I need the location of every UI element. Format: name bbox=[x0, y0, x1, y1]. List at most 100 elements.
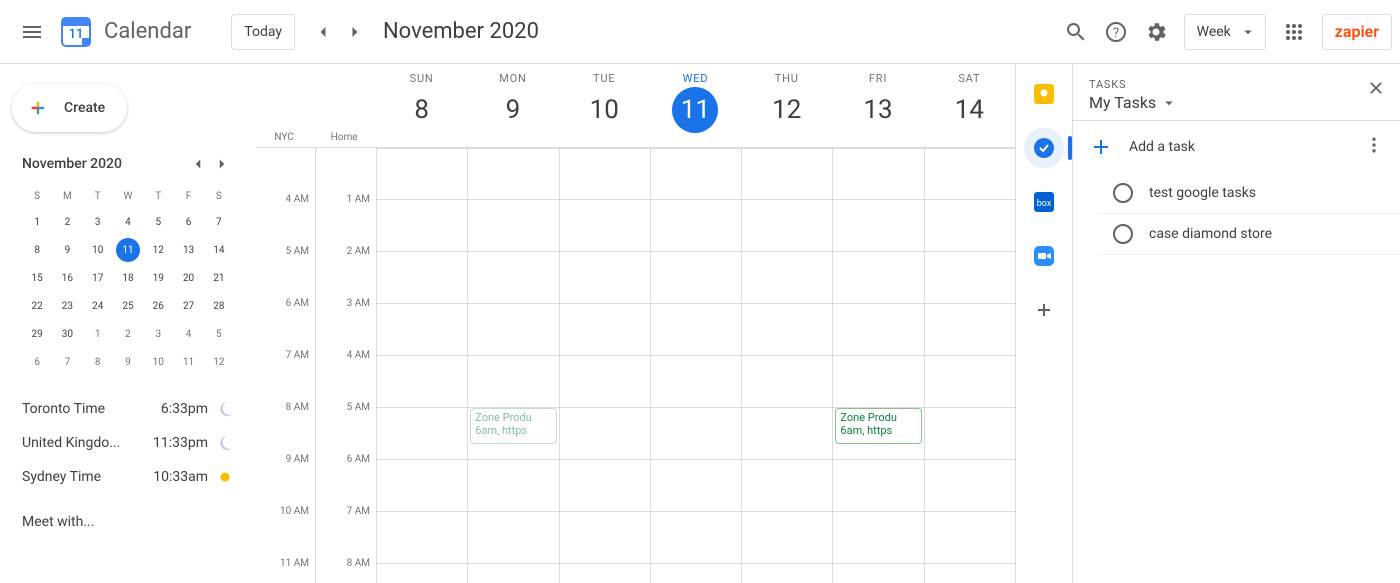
day-column[interactable] bbox=[559, 148, 650, 583]
mini-cal-day[interactable]: 21 bbox=[204, 264, 234, 292]
mini-cal-day[interactable]: 4 bbox=[113, 208, 143, 236]
tasks-list-selector[interactable]: My Tasks bbox=[1089, 93, 1384, 112]
mini-cal-day[interactable]: 4 bbox=[173, 320, 203, 348]
search-icon[interactable] bbox=[1056, 12, 1096, 52]
settings-icon[interactable] bbox=[1136, 12, 1176, 52]
box-addon-icon[interactable]: box bbox=[1024, 182, 1064, 222]
mini-cal-day[interactable]: 3 bbox=[143, 320, 173, 348]
mini-cal-day[interactable]: 19 bbox=[143, 264, 173, 292]
time-label bbox=[316, 148, 376, 200]
day-header[interactable]: MON9 bbox=[467, 64, 558, 147]
mini-cal-day[interactable]: 8 bbox=[83, 348, 113, 376]
mini-cal-day[interactable]: 13 bbox=[173, 236, 203, 264]
mini-cal-day[interactable]: 5 bbox=[204, 320, 234, 348]
mini-cal-day[interactable]: 8 bbox=[22, 236, 52, 264]
day-column[interactable] bbox=[650, 148, 741, 583]
task-item[interactable]: case diamond store bbox=[1097, 214, 1400, 255]
mini-cal-day[interactable]: 26 bbox=[143, 292, 173, 320]
mini-cal-day[interactable]: 11 bbox=[113, 236, 143, 264]
mini-cal-day[interactable]: 1 bbox=[22, 208, 52, 236]
mini-cal-day[interactable]: 9 bbox=[113, 348, 143, 376]
zapier-button[interactable]: zapier bbox=[1322, 14, 1392, 50]
calendar-event[interactable]: Zone Produ6am, https bbox=[470, 408, 556, 444]
mini-cal-day[interactable]: 15 bbox=[22, 264, 52, 292]
tasks-header-label: TASKS bbox=[1089, 78, 1384, 91]
mini-cal-day[interactable]: 1 bbox=[83, 320, 113, 348]
mini-cal-day[interactable]: 25 bbox=[113, 292, 143, 320]
day-column[interactable]: Zone Produ6am, https bbox=[832, 148, 923, 583]
tasks-close-button[interactable] bbox=[1366, 78, 1386, 102]
time-label: 3 AM bbox=[316, 304, 376, 356]
mini-cal-day[interactable]: 22 bbox=[22, 292, 52, 320]
mini-cal-day[interactable]: 7 bbox=[52, 348, 82, 376]
mini-cal-day[interactable]: 30 bbox=[52, 320, 82, 348]
mini-cal-dow: F bbox=[173, 184, 203, 208]
mini-cal-day[interactable]: 10 bbox=[143, 348, 173, 376]
add-addon-icon[interactable] bbox=[1024, 290, 1064, 330]
mini-cal-day[interactable]: 28 bbox=[204, 292, 234, 320]
task-checkbox[interactable] bbox=[1113, 224, 1133, 244]
next-period-button[interactable] bbox=[339, 16, 371, 48]
day-header[interactable]: FRI13 bbox=[832, 64, 923, 147]
google-apps-icon[interactable] bbox=[1274, 12, 1314, 52]
mini-cal-day[interactable]: 6 bbox=[173, 208, 203, 236]
prev-period-button[interactable] bbox=[307, 16, 339, 48]
time-label: 7 AM bbox=[316, 512, 376, 564]
time-label: 5 AM bbox=[316, 408, 376, 460]
mini-cal-day[interactable]: 14 bbox=[204, 236, 234, 264]
world-clock-row: Sydney Time10:33am bbox=[22, 460, 234, 494]
mini-cal-day[interactable]: 18 bbox=[113, 264, 143, 292]
tasks-more-icon[interactable] bbox=[1364, 135, 1384, 159]
mini-cal-day[interactable]: 20 bbox=[173, 264, 203, 292]
mini-cal-day[interactable]: 2 bbox=[113, 320, 143, 348]
day-column[interactable] bbox=[924, 148, 1015, 583]
day-header[interactable]: WED11 bbox=[650, 64, 741, 147]
task-checkbox[interactable] bbox=[1113, 183, 1133, 203]
tasks-addon-icon[interactable] bbox=[1024, 128, 1064, 168]
mini-cal-dow: T bbox=[83, 184, 113, 208]
add-task-button[interactable]: Add a task bbox=[1073, 121, 1400, 173]
mini-cal-dow: T bbox=[143, 184, 173, 208]
task-item[interactable]: test google tasks bbox=[1097, 173, 1400, 214]
mini-cal-day[interactable]: 3 bbox=[83, 208, 113, 236]
day-header[interactable]: SAT14 bbox=[924, 64, 1015, 147]
mini-cal-day[interactable]: 6 bbox=[22, 348, 52, 376]
zoom-addon-icon[interactable] bbox=[1024, 236, 1064, 276]
mini-cal-day[interactable]: 12 bbox=[143, 236, 173, 264]
view-selector[interactable]: Week bbox=[1184, 14, 1266, 50]
mini-cal-day[interactable]: 16 bbox=[52, 264, 82, 292]
mini-cal-day[interactable]: 9 bbox=[52, 236, 82, 264]
keep-addon-icon[interactable] bbox=[1024, 74, 1064, 114]
day-column[interactable] bbox=[376, 148, 467, 583]
day-column[interactable] bbox=[741, 148, 832, 583]
calendar-event[interactable]: Zone Produ6am, https bbox=[835, 408, 921, 444]
mini-cal-prev[interactable] bbox=[186, 152, 210, 176]
mini-cal-day[interactable]: 2 bbox=[52, 208, 82, 236]
day-header[interactable]: SUN8 bbox=[376, 64, 467, 147]
mini-cal-day[interactable]: 7 bbox=[204, 208, 234, 236]
world-clock-row: Toronto Time6:33pm bbox=[22, 392, 234, 426]
mini-cal-day[interactable]: 11 bbox=[173, 348, 203, 376]
mini-cal-day[interactable]: 23 bbox=[52, 292, 82, 320]
tz-label-home: Home bbox=[331, 132, 358, 143]
help-icon[interactable]: ? bbox=[1096, 12, 1136, 52]
time-label: 4 AM bbox=[256, 200, 315, 252]
svg-text:11: 11 bbox=[69, 27, 84, 42]
mini-cal-day[interactable]: 17 bbox=[83, 264, 113, 292]
view-label: Week bbox=[1197, 24, 1231, 40]
mini-cal-day[interactable]: 24 bbox=[83, 292, 113, 320]
time-label: 4 AM bbox=[316, 356, 376, 408]
today-button[interactable]: Today bbox=[231, 14, 295, 50]
mini-cal-day[interactable]: 29 bbox=[22, 320, 52, 348]
mini-cal-day[interactable]: 5 bbox=[143, 208, 173, 236]
create-button[interactable]: Create bbox=[12, 84, 127, 132]
day-column[interactable]: Zone Produ6am, https bbox=[467, 148, 558, 583]
mini-cal-day[interactable]: 10 bbox=[83, 236, 113, 264]
mini-cal-day[interactable]: 27 bbox=[173, 292, 203, 320]
day-header[interactable]: THU12 bbox=[741, 64, 832, 147]
mini-cal-day[interactable]: 12 bbox=[204, 348, 234, 376]
meet-with-section[interactable]: Meet with... bbox=[8, 494, 248, 530]
day-header[interactable]: TUE10 bbox=[559, 64, 650, 147]
hamburger-menu[interactable] bbox=[8, 8, 56, 56]
mini-cal-next[interactable] bbox=[210, 152, 234, 176]
